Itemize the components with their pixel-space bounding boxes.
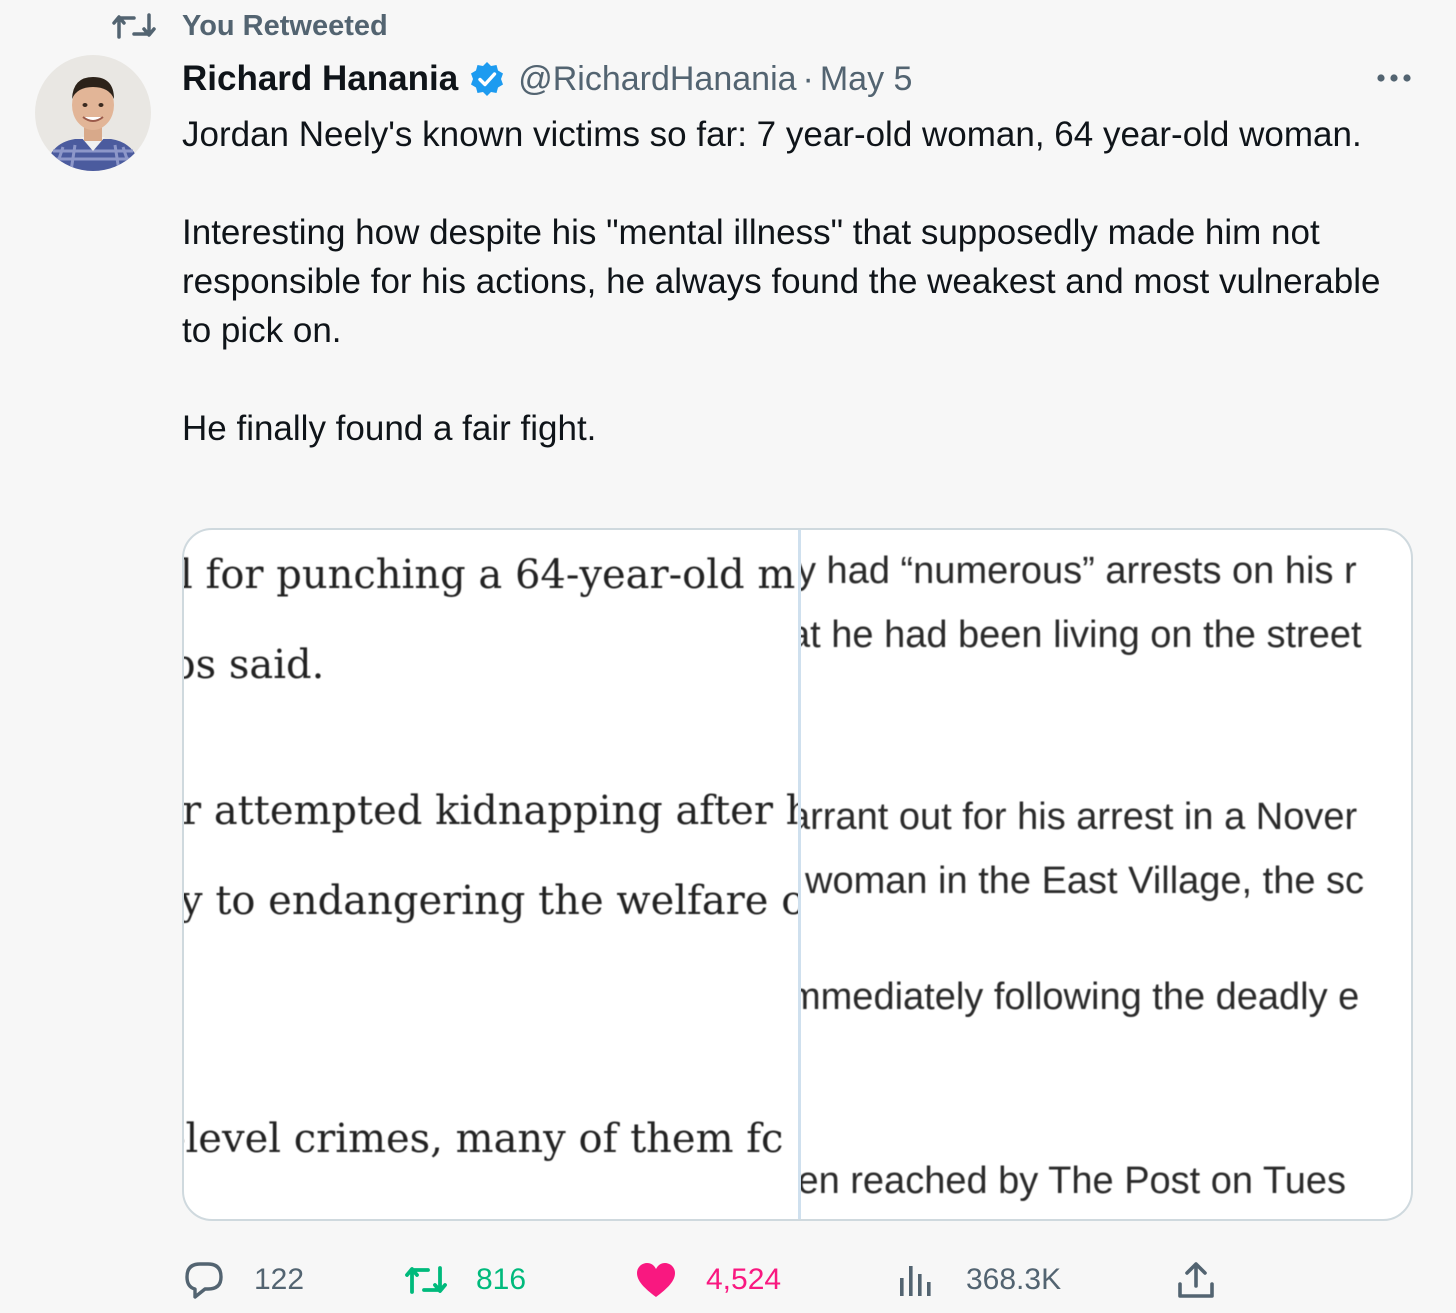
reply-icon (185, 1262, 223, 1299)
clipped-text-line: arrant out for his arrest in a Nover (801, 796, 1358, 838)
media-attachment[interactable]: l for punching a 64-year-old m ps said. … (182, 528, 1413, 1221)
share-button[interactable] (1174, 1252, 1218, 1308)
clipped-text-line: l for punching a 64-year-old m (184, 552, 796, 598)
clipped-text-line: ien reached by The Post on Tues (801, 1160, 1346, 1202)
clipped-text-line: mmediately following the deadly e (801, 976, 1360, 1018)
clipped-text-line: ps said. (184, 642, 325, 688)
clipped-text-line: r attempted kidnapping after h (184, 788, 798, 834)
retweet-icon (112, 13, 156, 39)
tweet-header: Richard Hanania @RichardHanania · May 5 (182, 56, 912, 102)
reply-button[interactable]: 122 (182, 1252, 304, 1308)
clipped-text-line: y to endangering the welfare o (184, 878, 798, 924)
retweet-context-label: You Retweeted (182, 9, 388, 42)
more-icon[interactable] (1372, 60, 1416, 96)
clipped-text-line: woman in the East Village, the sc (805, 860, 1365, 902)
share-icon (1178, 1262, 1214, 1298)
author-name[interactable]: Richard Hanania (182, 59, 458, 99)
tweet-actions: 122 816 4,524 368.3K (182, 1252, 1242, 1308)
reply-count: 122 (254, 1263, 305, 1296)
like-button[interactable]: 4,524 (634, 1252, 781, 1308)
clipped-text-line: y had “numerous” arrests on his r (801, 550, 1357, 592)
retweet-button[interactable]: 816 (404, 1252, 526, 1308)
tweet-paragraph: Interesting how despite his "mental illn… (182, 213, 1381, 350)
clipped-text-line: -level crimes, many of them fc (184, 1116, 784, 1162)
like-count: 4,524 (706, 1263, 782, 1296)
verified-badge-icon[interactable] (468, 60, 506, 98)
clipped-text-line: at he had been living on the street (801, 614, 1362, 656)
media-image-right[interactable]: y had “numerous” arrests on his r at he … (801, 530, 1411, 1219)
avatar-image (35, 55, 151, 171)
heart-icon (637, 1263, 675, 1297)
retweet-context: You Retweeted (112, 6, 388, 46)
views-button[interactable]: 368.3K (894, 1252, 1061, 1308)
views-icon (900, 1266, 931, 1296)
tweet-paragraph: He finally found a fair fight. (182, 409, 597, 448)
author-handle[interactable]: @RichardHanania (518, 60, 796, 99)
retweet-icon (405, 1266, 447, 1294)
header-separator: · (802, 59, 814, 98)
media-image-left[interactable]: l for punching a 64-year-old m ps said. … (184, 530, 798, 1219)
tweet-paragraph: Jordan Neely's known victims so far: 7 y… (182, 115, 1362, 154)
views-count: 368.3K (966, 1263, 1062, 1296)
tweet-date[interactable]: May 5 (820, 60, 913, 99)
retweet-count: 816 (476, 1263, 527, 1296)
avatar[interactable] (35, 55, 151, 171)
tweet-text: Jordan Neely's known victims so far: 7 y… (182, 110, 1402, 453)
